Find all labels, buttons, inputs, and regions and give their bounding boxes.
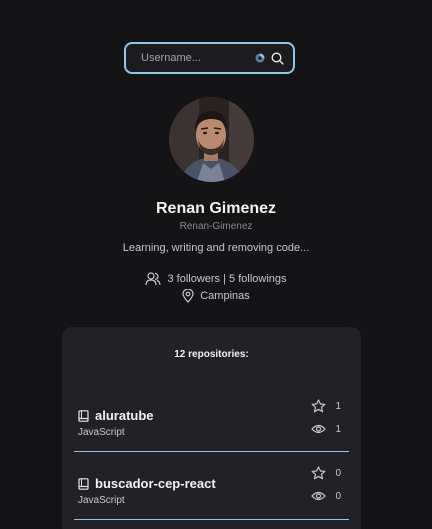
repositories-count: 12 repositories: [174, 349, 249, 360]
repo-watchers: 1 [311, 423, 341, 435]
repo-stars: 1 [311, 399, 341, 413]
search-button[interactable] [269, 50, 285, 66]
eye-icon [311, 490, 327, 502]
book-icon [78, 409, 89, 422]
repo-item[interactable]: buscador-cep-react JavaScript 0 0 [74, 460, 349, 520]
repo-language: JavaScript [78, 427, 125, 438]
username-search-input[interactable] [139, 51, 255, 65]
repo-name-link[interactable]: buscador-cep-react [78, 476, 216, 491]
book-icon [78, 477, 89, 490]
star-icon [311, 399, 326, 413]
repo-stars: 0 [311, 466, 341, 480]
search-icon [270, 51, 284, 65]
watchers-count: 1 [335, 423, 341, 435]
repo-watchers: 0 [311, 490, 341, 502]
location-row: Campinas [0, 289, 432, 303]
repo-name-link[interactable]: aluratube [78, 408, 154, 423]
profile-page: Renan Gimenez Renan-Gimenez Learning, wr… [0, 0, 432, 529]
followers-row: 3 followers | 5 followings [0, 272, 432, 286]
map-pin-icon [182, 289, 194, 303]
repo-language: JavaScript [78, 495, 125, 506]
followers-text: 3 followers | 5 followings [167, 273, 287, 285]
profile-bio: Learning, writing and removing code... [122, 242, 310, 254]
users-icon [145, 272, 162, 286]
extension-icon[interactable] [255, 53, 265, 63]
search-box [124, 42, 295, 74]
repo-item[interactable]: aluratube JavaScript 1 1 [74, 392, 349, 452]
stars-count: 0 [335, 467, 341, 479]
repositories-panel: 12 repositories: aluratube JavaScript 1 … [62, 327, 361, 529]
repo-name: aluratube [95, 408, 154, 423]
star-icon [311, 466, 326, 480]
stars-count: 1 [335, 400, 341, 412]
watchers-count: 0 [335, 490, 341, 502]
eye-icon [311, 423, 327, 435]
location-text: Campinas [200, 290, 250, 302]
repo-name: buscador-cep-react [95, 476, 216, 491]
avatar [169, 97, 254, 182]
profile-username: Renan-Gimenez [179, 221, 253, 232]
profile-name: Renan Gimenez [155, 200, 277, 217]
